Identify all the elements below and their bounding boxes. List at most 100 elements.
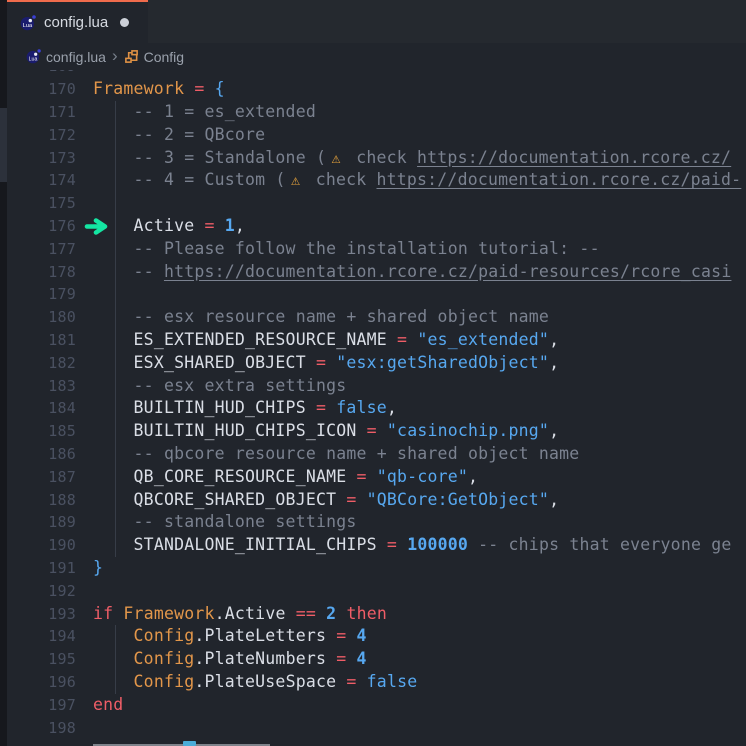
- line-number[interactable]: 190: [7, 534, 76, 557]
- line-number[interactable]: 176: [7, 215, 76, 238]
- line-number[interactable]: 196: [7, 671, 76, 694]
- code-line[interactable]: 180 -- esx resource name + shared object…: [7, 306, 746, 329]
- line-number[interactable]: 183: [7, 375, 76, 398]
- tab-config-lua[interactable]: Lua config.lua: [7, 0, 148, 43]
- code-line[interactable]: 183 -- esx extra settings: [7, 375, 746, 398]
- line-number[interactable]: 175: [7, 192, 76, 215]
- line-number[interactable]: 188: [7, 489, 76, 512]
- code-text: Config.PlateLetters = 4: [76, 625, 367, 648]
- line-number[interactable]: 180: [7, 306, 76, 329]
- line-number[interactable]: 192: [7, 580, 76, 603]
- code-line[interactable]: 179: [7, 283, 746, 306]
- code-text: [76, 717, 93, 740]
- code-line[interactable]: 177 -- Please follow the installation tu…: [7, 238, 746, 261]
- line-number[interactable]: 172: [7, 124, 76, 147]
- indent-guide: [115, 625, 116, 648]
- code-token: [93, 102, 134, 121]
- breadcrumb-item-symbol[interactable]: Config: [124, 49, 184, 65]
- line-number[interactable]: 191: [7, 557, 76, 580]
- line-number[interactable]: 184: [7, 397, 76, 420]
- line-number[interactable]: 187: [7, 466, 76, 489]
- code-editor[interactable]: 169170Framework = {171 -- 1 = es_extende…: [7, 70, 746, 746]
- code-token: then: [346, 604, 387, 623]
- current-line-arrow-icon: [84, 218, 114, 235]
- url-link[interactable]: https://documentation.rcore.cz/paid-: [377, 170, 742, 189]
- line-number[interactable]: 186: [7, 443, 76, 466]
- url-link[interactable]: https://documentation.rcore.cz/paid-reso…: [164, 262, 732, 281]
- line-number[interactable]: 174: [7, 169, 76, 192]
- code-line[interactable]: [7, 739, 746, 746]
- code-token: [93, 535, 134, 554]
- code-line[interactable]: 169: [7, 70, 746, 78]
- code-line[interactable]: 189 -- standalone settings: [7, 511, 746, 534]
- line-number[interactable]: 169: [7, 70, 76, 78]
- code-line[interactable]: 174 -- 4 = Custom (⚠ check https://docum…: [7, 169, 746, 192]
- code-token: [286, 604, 296, 623]
- url-link[interactable]: https://documentation.rcore.cz/: [417, 148, 731, 167]
- code-line[interactable]: 197end: [7, 694, 746, 717]
- line-number[interactable]: 185: [7, 420, 76, 443]
- code-line[interactable]: 192: [7, 580, 746, 603]
- indent-guide: [115, 375, 116, 398]
- indent-guide: [115, 169, 116, 192]
- code-line[interactable]: 171 -- 1 = es_extended: [7, 101, 746, 124]
- line-number[interactable]: 195: [7, 648, 76, 671]
- indent-guide: [115, 192, 116, 215]
- code-text: [76, 283, 93, 306]
- line-number[interactable]: 194: [7, 625, 76, 648]
- line-number[interactable]: 178: [7, 261, 76, 284]
- modified-dot-icon[interactable]: [120, 18, 129, 27]
- line-number[interactable]: 198: [7, 717, 76, 740]
- code-line[interactable]: 170Framework = {: [7, 78, 746, 101]
- code-token: PlateNumbers: [205, 649, 327, 668]
- code-token: [194, 216, 204, 235]
- code-line[interactable]: 173 -- 3 = Standalone (⚠ check https://d…: [7, 147, 746, 170]
- line-number[interactable]: 197: [7, 694, 76, 717]
- code-line[interactable]: 181 ES_EXTENDED_RESOURCE_NAME = "es_exte…: [7, 329, 746, 352]
- code-token: QB_CORE_RESOURCE_NAME: [134, 467, 347, 486]
- code-token: [93, 239, 134, 258]
- code-line[interactable]: 190 STANDALONE_INITIAL_CHIPS = 100000 --…: [7, 534, 746, 557]
- code-line[interactable]: 172 -- 2 = QBcore: [7, 124, 746, 147]
- line-number[interactable]: 189: [7, 511, 76, 534]
- code-token: [357, 421, 367, 440]
- code-line[interactable]: 188 QBCORE_SHARED_OBJECT = "QBCore:GetOb…: [7, 489, 746, 512]
- code-token: "esx:getSharedObject": [336, 353, 549, 372]
- line-number[interactable]: 171: [7, 101, 76, 124]
- code-line[interactable]: 191}: [7, 557, 746, 580]
- sidebar-scrollbar-thumb[interactable]: [0, 108, 7, 182]
- line-number[interactable]: 177: [7, 238, 76, 261]
- code-token: ,: [549, 490, 559, 509]
- code-token: }: [93, 558, 103, 577]
- code-token: [93, 330, 134, 349]
- code-line[interactable]: 196 Config.PlateUseSpace = false: [7, 671, 746, 694]
- code-token: PlateLetters: [205, 626, 327, 645]
- code-line[interactable]: 185 BUILTIN_HUD_CHIPS_ICON = "casinochip…: [7, 420, 746, 443]
- lua-file-icon: Lua: [26, 49, 41, 64]
- line-number[interactable]: 182: [7, 352, 76, 375]
- line-number[interactable]: 181: [7, 329, 76, 352]
- code-token: [377, 421, 387, 440]
- line-number[interactable]: 173: [7, 147, 76, 170]
- code-line[interactable]: 187 QB_CORE_RESOURCE_NAME = "qb-core",: [7, 466, 746, 489]
- code-text: STANDALONE_INITIAL_CHIPS = 100000 -- chi…: [76, 534, 732, 557]
- line-number[interactable]: [7, 739, 76, 746]
- code-line[interactable]: 178 -- https://documentation.rcore.cz/pa…: [7, 261, 746, 284]
- code-line[interactable]: 198: [7, 717, 746, 740]
- code-line[interactable]: 175: [7, 192, 746, 215]
- line-number[interactable]: 193: [7, 603, 76, 626]
- code-token: ,: [549, 330, 559, 349]
- code-line[interactable]: 195 Config.PlateNumbers = 4: [7, 648, 746, 671]
- code-line[interactable]: 193if Framework.Active == 2 then: [7, 603, 746, 626]
- code-line[interactable]: 184 BUILTIN_HUD_CHIPS = false,: [7, 397, 746, 420]
- line-number[interactable]: 179: [7, 283, 76, 306]
- breadcrumb-item-file[interactable]: Lua config.lua: [26, 49, 106, 65]
- code-line[interactable]: 176 Active = 1,: [7, 215, 746, 238]
- code-line[interactable]: 194 Config.PlateLetters = 4: [7, 625, 746, 648]
- indent-guide: [115, 352, 116, 375]
- svg-text:Lua: Lua: [23, 23, 33, 29]
- code-line[interactable]: 186 -- qbcore resource name + shared obj…: [7, 443, 746, 466]
- code-line[interactable]: 182 ESX_SHARED_OBJECT = "esx:getSharedOb…: [7, 352, 746, 375]
- line-number[interactable]: 170: [7, 78, 76, 101]
- code-token: [357, 490, 367, 509]
